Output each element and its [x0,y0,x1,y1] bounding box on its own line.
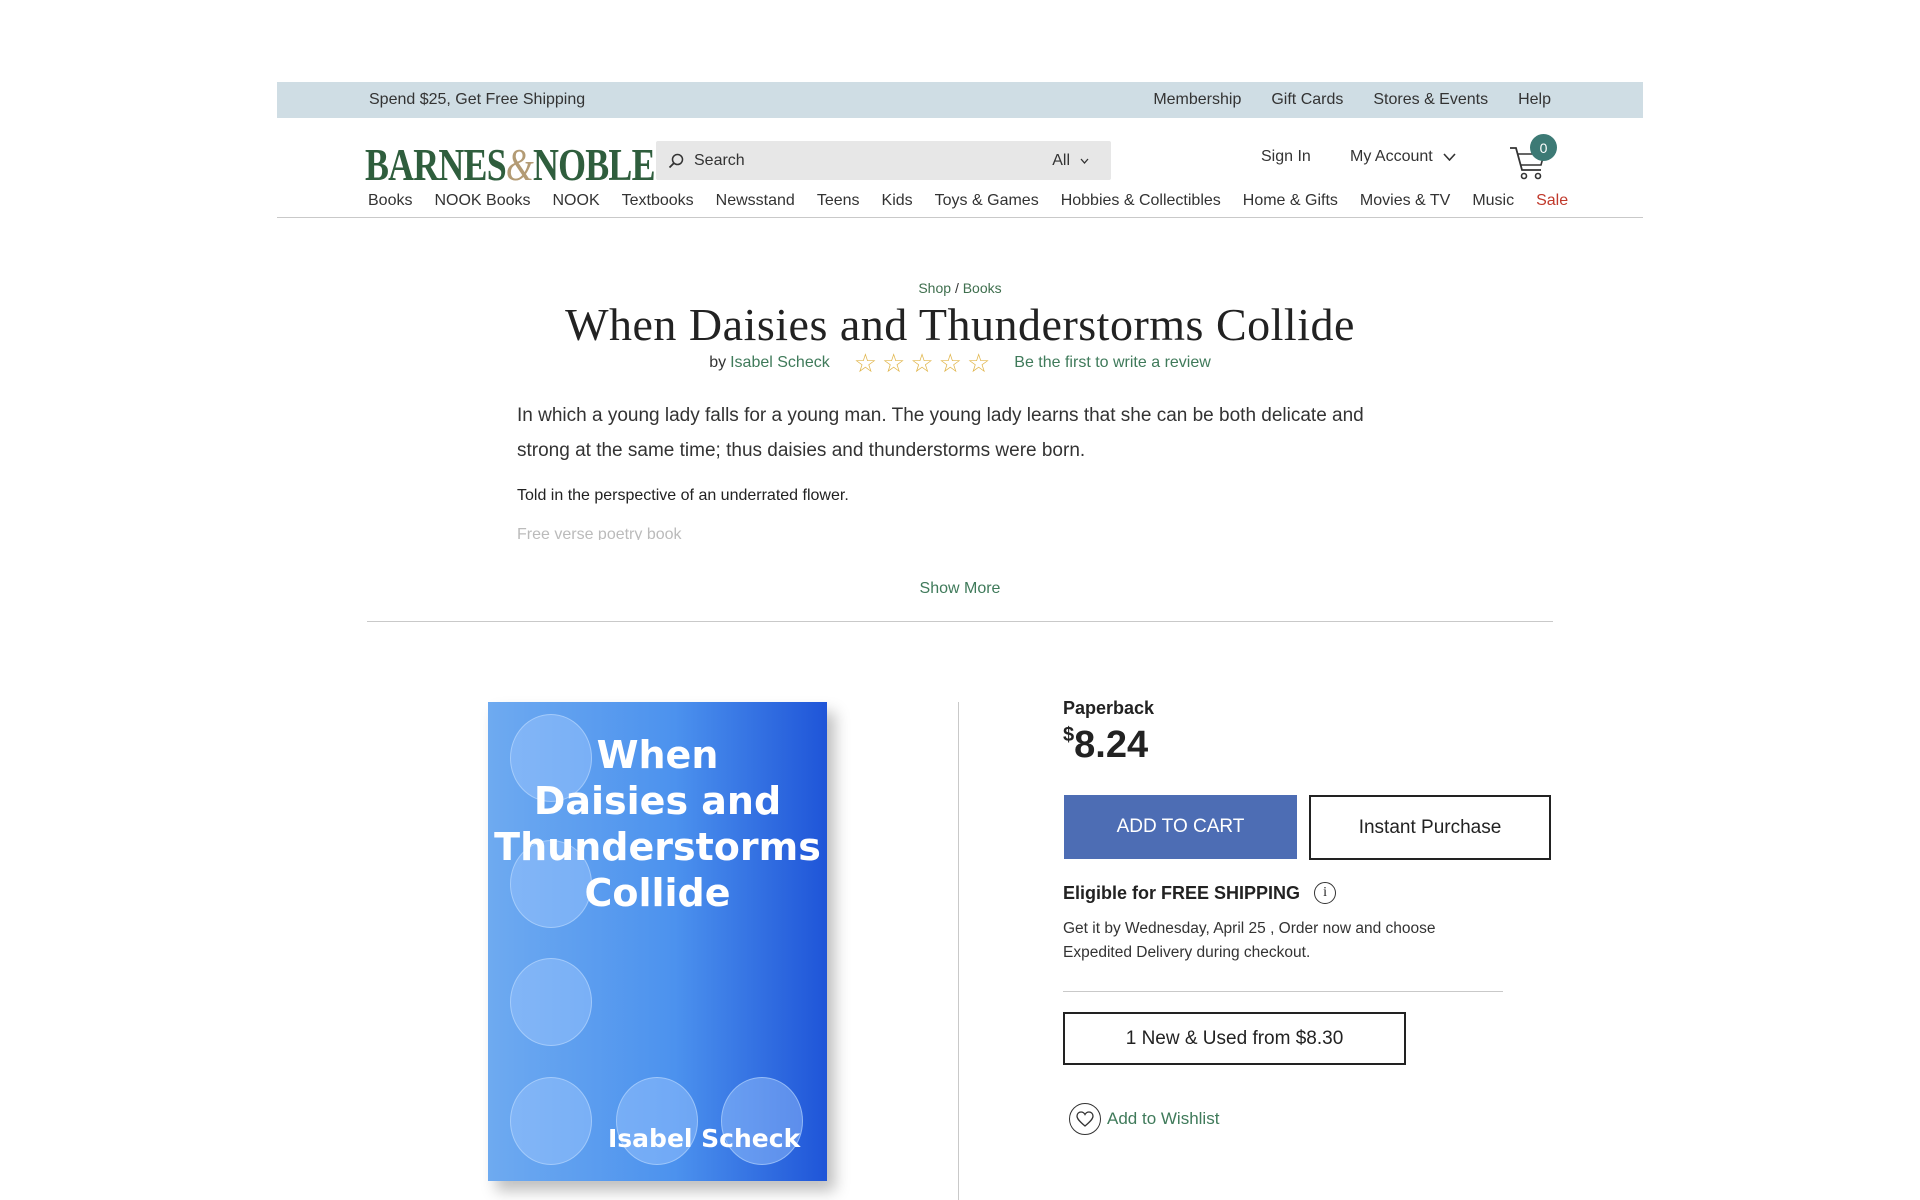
author-link[interactable]: Isabel Scheck [730,354,830,372]
purchase-divider [1063,991,1503,992]
by-label: by [709,354,727,371]
nav-music[interactable]: Music [1472,192,1514,210]
star-rating: ☆ ☆ ☆ ☆ ☆ [854,350,991,376]
nav-newsstand[interactable]: Newsstand [716,192,795,210]
search-category-select[interactable]: All [1052,152,1099,170]
breadcrumb-shop[interactable]: Shop [918,280,951,296]
free-shipping-promo[interactable]: Spend $25, Get Free Shipping [369,91,585,109]
nav-kids[interactable]: Kids [882,192,913,210]
star-icon: ☆ [853,348,878,378]
utility-links: Membership Gift Cards Stores & Events He… [1153,91,1551,109]
logo-ampersand: & [505,139,534,190]
search-category-label: All [1052,151,1070,169]
vertical-divider [958,702,959,1200]
barnes-noble-logo[interactable]: BARNES&NOBLE [365,138,656,191]
product-title: When Daisies and Thunderstorms Collide [565,299,1355,350]
logo-text-noble: NOBLE [533,139,655,190]
nav-nook[interactable]: NOOK [553,192,600,210]
breadcrumb-separator: / [954,280,959,296]
write-review-link[interactable]: Be the first to write a review [1014,354,1211,372]
add-to-wishlist-link[interactable]: Add to Wishlist [1069,1103,1219,1135]
currency-symbol: $ [1063,724,1075,746]
chevron-down-icon [1080,158,1089,164]
cart-button[interactable]: 0 [1508,134,1557,180]
promo-bar: Spend $25, Get Free Shipping Membership … [277,82,1643,118]
book-cover-image[interactable]: When Daisies and Thunderstorms Collide I… [488,702,827,1181]
sign-in-link[interactable]: Sign In [1261,148,1311,166]
search-icon [668,153,684,168]
site-header: BARNES&NOBLE Search All Sign In My Accou… [277,118,1643,190]
cover-title-line: Daisies and [533,779,782,823]
add-to-cart-button[interactable]: ADD TO CART [1064,795,1297,859]
my-account-label: My Account [1350,148,1433,165]
cover-title: When Daisies and Thunderstorms Collide [488,732,827,916]
nav-books[interactable]: Books [368,192,412,210]
format-label: Paperback [1063,698,1155,718]
cover-author: Isabel Scheck [608,1124,801,1153]
price: $8.24 [1063,724,1148,767]
free-shipping-label: Eligible for FREE SHIPPING i [1063,882,1337,904]
cover-title-line: Collide [584,871,731,915]
help-link[interactable]: Help [1518,91,1551,109]
logo-text-barnes: BARNES [365,139,507,190]
nav-nook-books[interactable]: NOOK Books [434,192,530,210]
nav-sale[interactable]: Sale [1536,192,1568,210]
star-icon: ☆ [966,348,991,378]
cart-count-badge: 0 [1530,134,1557,161]
breadcrumb-books[interactable]: Books [963,280,1002,296]
membership-link[interactable]: Membership [1153,91,1241,109]
nav-textbooks[interactable]: Textbooks [622,192,694,210]
star-icon: ☆ [938,348,962,378]
heart-icon [1069,1103,1101,1135]
star-icon: ☆ [882,348,906,378]
cover-title-line: When [596,733,719,777]
breadcrumb: Shop / Books [0,280,1920,296]
product-byline: by Isabel Scheck ☆ ☆ ☆ ☆ ☆ Be the first … [0,350,1920,376]
new-used-button[interactable]: 1 New & Used from $8.30 [1063,1012,1406,1065]
chevron-down-icon [1443,153,1456,161]
site-frame: Spend $25, Get Free Shipping Membership … [277,82,1643,218]
cover-title-line: Thunderstorms [494,825,821,869]
star-icon: ☆ [910,348,934,378]
my-account-menu[interactable]: My Account [1350,148,1456,166]
gift-cards-link[interactable]: Gift Cards [1271,91,1343,109]
stores-events-link[interactable]: Stores & Events [1373,91,1488,109]
nav-movies-tv[interactable]: Movies & TV [1360,192,1450,210]
search-input[interactable]: Search [694,152,1052,170]
show-more-link[interactable]: Show More [0,580,1920,598]
nav-toys-games[interactable]: Toys & Games [935,192,1039,210]
section-divider [367,621,1553,622]
wishlist-label: Add to Wishlist [1107,1109,1220,1128]
nav-hobbies-collectibles[interactable]: Hobbies & Collectibles [1061,192,1221,210]
price-value: 8.24 [1074,724,1149,766]
search-bar[interactable]: Search All [656,141,1111,180]
product-description: In which a young lady falls for a young … [517,405,1364,461]
nav-home-gifts[interactable]: Home & Gifts [1243,192,1338,210]
product-description-faded: Free verse poetry book [517,526,682,540]
instant-purchase-button[interactable]: Instant Purchase [1309,795,1551,860]
product-description-line-2: Told in the perspective of an underrated… [517,487,849,504]
nav-teens[interactable]: Teens [817,192,860,210]
info-icon[interactable]: i [1314,882,1337,904]
delivery-estimate: Get it by Wednesday, April 25 , Order no… [1063,920,1436,961]
free-shipping-text: Eligible for FREE SHIPPING [1063,882,1301,903]
cover-bubble [510,958,592,1046]
